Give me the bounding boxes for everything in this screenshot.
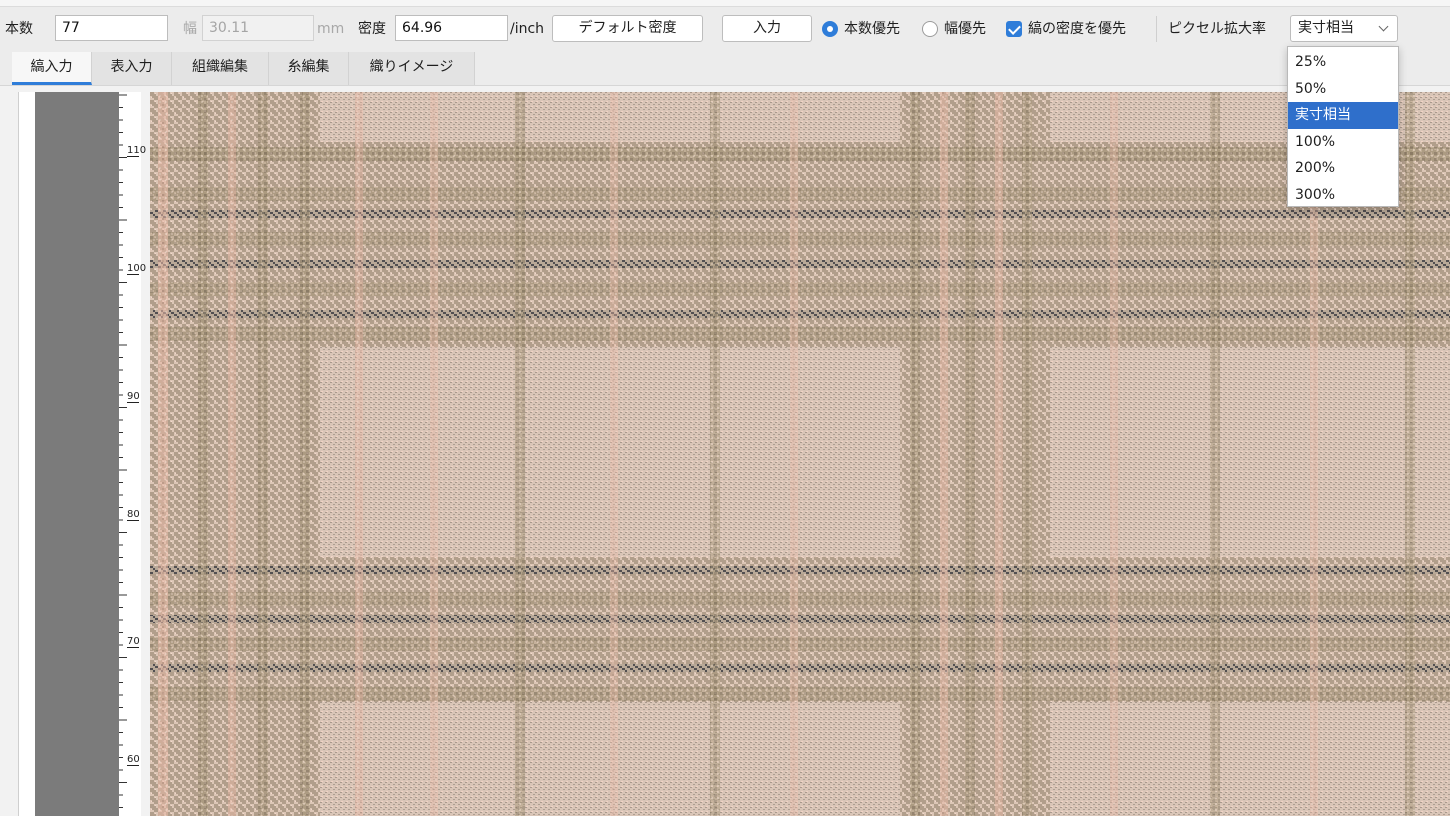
pixel-scale-option-50[interactable]: 50%	[1288, 76, 1398, 103]
width-label: 幅	[183, 21, 197, 37]
window-top-strip	[0, 0, 1450, 7]
tab-weave-edit[interactable]: 組織編集	[172, 52, 269, 85]
ruler-label-110: 110	[127, 145, 147, 157]
vertical-ruler[interactable]: 110 100 90 80 70 60	[18, 92, 147, 816]
pixel-scale-option-200[interactable]: 200%	[1288, 155, 1398, 182]
stripe-density-priority-label[interactable]: 縞の密度を優先	[1028, 15, 1126, 43]
pixel-scale-option-100[interactable]: 100%	[1288, 129, 1398, 156]
priority-count-radio[interactable]	[822, 21, 838, 37]
pixel-scale-select[interactable]: 実寸相当	[1290, 15, 1398, 42]
toolbar-separator	[1156, 16, 1157, 42]
chevron-down-icon	[1378, 21, 1389, 32]
ruler-ticks	[119, 94, 127, 808]
tab-table-input[interactable]: 表入力	[92, 52, 172, 85]
pixel-scale-option-300[interactable]: 300%	[1288, 182, 1398, 209]
width-input[interactable]	[202, 15, 314, 41]
priority-width-radio[interactable]	[922, 21, 938, 37]
width-unit: mm	[317, 21, 345, 37]
tab-stripe-input[interactable]: 縞入力	[12, 52, 92, 85]
glen-check-fabric-pattern	[150, 92, 1450, 816]
count-input[interactable]	[55, 15, 168, 41]
pixel-scale-option-25[interactable]: 25%	[1288, 49, 1398, 76]
pixel-scale-label: ピクセル拡大率	[1168, 21, 1266, 37]
tab-weave-image[interactable]: 織りイメージ	[349, 52, 475, 85]
stripe-density-priority-checkbox[interactable]	[1006, 21, 1022, 37]
ruler-label-90: 90	[127, 391, 140, 403]
priority-count-label[interactable]: 本数優先	[844, 15, 900, 43]
tab-yarn-edit[interactable]: 糸編集	[269, 52, 349, 85]
count-label: 本数	[5, 21, 33, 37]
density-unit: /inch	[510, 21, 545, 37]
density-label: 密度	[358, 21, 386, 37]
pixel-scale-dropdown-menu: 25% 50% 実寸相当 100% 200% 300%	[1287, 46, 1399, 207]
ruler-label-80: 80	[127, 509, 140, 521]
ruler-bar	[35, 92, 119, 816]
default-density-button[interactable]: デフォルト密度	[552, 15, 703, 42]
ruler-label-100: 100	[127, 263, 147, 275]
ruler-label-70: 70	[127, 636, 140, 648]
input-button[interactable]: 入力	[722, 15, 812, 42]
density-input[interactable]	[395, 15, 508, 41]
toolbar: 本数 幅 mm 密度 /inch デフォルト密度 入力 本数優先 幅優先 縞の密…	[0, 12, 1450, 46]
ruler-label-60: 60	[127, 754, 140, 766]
pixel-scale-value: 実寸相当	[1298, 20, 1354, 36]
priority-width-label[interactable]: 幅優先	[944, 15, 986, 43]
pixel-scale-option-actual-size[interactable]: 実寸相当	[1288, 102, 1398, 129]
fabric-preview-canvas[interactable]	[150, 92, 1450, 816]
